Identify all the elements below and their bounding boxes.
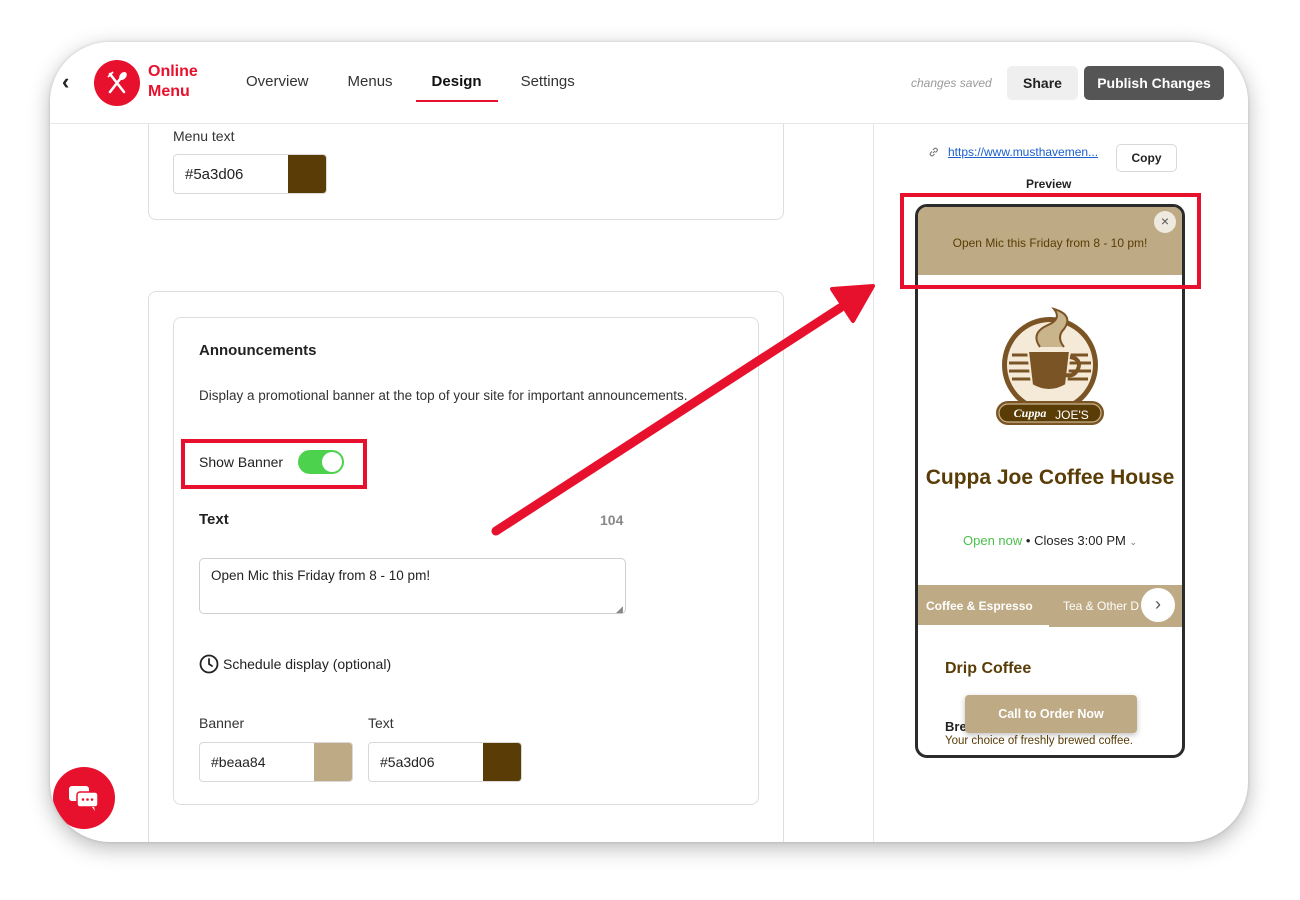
- call-to-order-button[interactable]: Call to Order Now: [965, 695, 1137, 733]
- cuppa-joes-logo: Cuppa JOE'S: [996, 307, 1104, 425]
- share-button[interactable]: Share: [1007, 66, 1078, 100]
- announcements-title: Announcements: [199, 342, 317, 359]
- banner-color-label: Banner: [199, 715, 245, 731]
- back-arrow-icon[interactable]: ‹: [62, 70, 78, 94]
- character-counter: 104: [600, 512, 624, 528]
- menu-category-tabs: Coffee & Espresso Tea & Other D ›: [918, 585, 1182, 627]
- tab-menus[interactable]: Menus: [348, 42, 393, 124]
- chevron-right-icon[interactable]: ›: [1141, 588, 1175, 622]
- clock-icon: [199, 654, 219, 674]
- menu-item-description: Your choice of freshly brewed coffee.: [945, 735, 1133, 747]
- tab-tea-other[interactable]: Tea & Other D: [1063, 599, 1143, 613]
- resize-grip-icon[interactable]: ◢: [616, 604, 623, 615]
- site-link-row: https://www.musthavemen...: [928, 145, 1098, 159]
- save-status: changes saved: [911, 76, 992, 90]
- hours-status[interactable]: Open now • Closes 3:00 PM ⌄: [918, 533, 1182, 548]
- link-icon: [929, 147, 938, 157]
- panel-divider: [873, 124, 874, 842]
- menu-text-color-field[interactable]: #5a3d06: [173, 154, 327, 194]
- schedule-display-link[interactable]: Schedule display (optional): [199, 654, 391, 674]
- restaurant-name: Cuppa Joe Coffee House: [925, 466, 1175, 489]
- closing-time: Closes 3:00 PM: [1034, 533, 1126, 548]
- logo-text-cuppa: Cuppa: [1014, 406, 1047, 420]
- banner-color-value: #beaa84: [211, 754, 266, 770]
- site-url-link[interactable]: https://www.musthavemen...: [948, 145, 1098, 159]
- tab-overview[interactable]: Overview: [246, 42, 309, 124]
- preview-banner-highlight-box: [900, 193, 1201, 289]
- brand-line-1: Online: [148, 63, 198, 80]
- top-nav: Overview Menus Design Settings: [246, 42, 614, 124]
- show-banner-highlight-box: [181, 439, 367, 489]
- banner-color-field[interactable]: #beaa84: [199, 742, 353, 782]
- brand-name: Online Menu: [148, 62, 198, 102]
- text-color-value: #5a3d06: [380, 754, 435, 770]
- menu-text-label: Menu text: [173, 128, 235, 144]
- active-tab-underline: [918, 625, 1049, 627]
- text-color-field[interactable]: #5a3d06: [368, 742, 522, 782]
- publish-changes-button[interactable]: Publish Changes: [1084, 66, 1224, 100]
- tab-design[interactable]: Design: [415, 42, 498, 124]
- menu-text-color-value: #5a3d06: [185, 166, 244, 183]
- banner-color-swatch[interactable]: [314, 743, 352, 781]
- chat-bubbles-icon: [69, 786, 99, 811]
- menu-section-title: Drip Coffee: [945, 660, 1032, 677]
- brand-line-2: Menu: [148, 83, 190, 100]
- logo-text-joes: JOE'S: [1055, 408, 1089, 422]
- open-now-status: Open now: [963, 533, 1023, 548]
- copy-url-button[interactable]: Copy: [1116, 144, 1177, 172]
- chevron-down-icon[interactable]: ⌄: [1129, 537, 1137, 547]
- menu-text-color-swatch[interactable]: [288, 155, 326, 193]
- banner-text-label: Text: [199, 511, 229, 528]
- preview-label: Preview: [1026, 177, 1072, 191]
- top-bar: ‹ Online Menu Overview Menus Design Sett…: [50, 42, 1248, 124]
- chat-support-button[interactable]: [53, 767, 115, 829]
- text-color-swatch[interactable]: [483, 743, 521, 781]
- schedule-display-label: Schedule display (optional): [223, 656, 392, 672]
- text-color-label: Text: [368, 715, 394, 731]
- tab-settings[interactable]: Settings: [521, 42, 575, 124]
- announcements-description: Display a promotional banner at the top …: [199, 388, 688, 403]
- design-settings-panel[interactable]: Menu text #5a3d06 Announcements Display …: [50, 124, 873, 842]
- menu-item-name[interactable]: Bre: [945, 719, 967, 734]
- tab-coffee-espresso[interactable]: Coffee & Espresso: [926, 599, 1033, 613]
- online-menu-logo-icon: [94, 60, 140, 106]
- banner-text-input[interactable]: [199, 558, 626, 614]
- app-window: ‹ Online Menu Overview Menus Design Sett…: [50, 42, 1248, 842]
- status-dot: •: [1025, 533, 1035, 548]
